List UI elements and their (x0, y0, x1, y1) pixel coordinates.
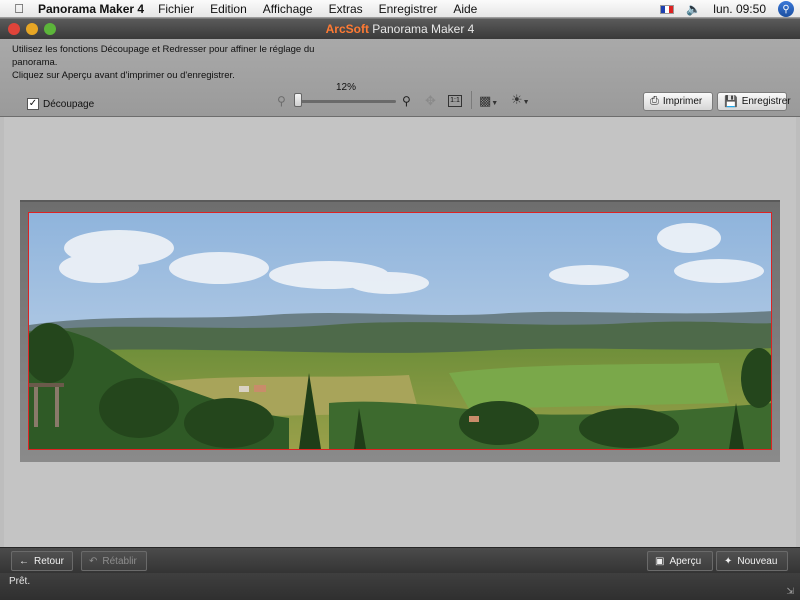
menu-extras[interactable]: Extras (329, 2, 363, 16)
instruction-line-2: Cliquez sur Aperçu avant d'imprimer ou d… (12, 70, 235, 81)
zoom-in-icon[interactable]: ⚲ (402, 94, 411, 108)
menu-affichage[interactable]: Affichage (263, 2, 313, 16)
menu-enregistrer[interactable]: Enregistrer (379, 2, 438, 16)
panorama-image (29, 213, 771, 449)
title-text: Panorama Maker 4 (368, 22, 475, 36)
crop-checkbox[interactable]: ✓ (27, 98, 39, 110)
preview-button[interactable]: ▣ Aperçu (647, 551, 713, 571)
save-button[interactable]: 💾 Enregistrer (717, 92, 791, 111)
save-label: Enregistrer (741, 96, 791, 107)
actual-size-icon[interactable]: 1:1 (448, 95, 462, 107)
preview-icon: ▣ (655, 555, 665, 567)
brightness-icon[interactable]: ☀▼ (511, 92, 530, 108)
back-label: Retour (34, 555, 65, 567)
print-label: Imprimer (662, 96, 703, 107)
printer-icon: ⎙ (650, 95, 659, 107)
redo-button[interactable]: ↶ Rétablir (81, 551, 147, 571)
title-brand: ArcSoft (325, 22, 369, 36)
toolbar: Utilisez les fonctions Découpage et Redr… (0, 39, 800, 117)
preview-canvas (4, 117, 796, 547)
redo-icon: ↶ (89, 555, 98, 567)
preview-label: Aperçu (669, 555, 702, 567)
clock[interactable]: lun. 09:50 (713, 2, 766, 16)
status-bar: Prêt. ⇲ (0, 573, 800, 600)
redo-label: Rétablir (102, 555, 137, 567)
zoom-window-icon[interactable] (44, 23, 56, 35)
print-button[interactable]: ⎙ Imprimer (643, 92, 713, 111)
panorama-crop-area[interactable] (28, 212, 772, 450)
zoom-slider[interactable] (296, 100, 396, 103)
zoom-out-icon[interactable]: ⚲ (277, 94, 291, 108)
french-flag-icon[interactable] (660, 4, 675, 14)
toolbar-divider (471, 91, 472, 109)
window-controls (8, 23, 56, 35)
back-button[interactable]: ← Retour (11, 551, 73, 571)
new-project-icon: ✦ (724, 555, 733, 567)
panorama-frame (20, 200, 780, 462)
menu-edition[interactable]: Edition (210, 2, 247, 16)
resize-grip-icon[interactable]: ⇲ (786, 586, 794, 597)
minimize-window-icon[interactable] (26, 23, 38, 35)
instructions: Utilisez les fonctions Découpage et Redr… (12, 43, 332, 82)
menu-bar:  Panorama Maker 4 Fichier Edition Affic… (0, 0, 800, 18)
status-text: Prêt. (9, 576, 31, 587)
menu-app-name[interactable]: Panorama Maker 4 (38, 2, 144, 16)
camera-icon[interactable]: ▩▼ (479, 93, 498, 109)
move-icon[interactable]: ✥ (425, 93, 436, 109)
new-label: Nouveau (737, 555, 778, 567)
volume-icon[interactable]: 🔈 (686, 2, 701, 16)
instruction-line-1: Utilisez les fonctions Découpage et Redr… (12, 44, 315, 68)
menu-fichier[interactable]: Fichier (158, 2, 194, 16)
menu-aide[interactable]: Aide (453, 2, 477, 16)
title-bar: ArcSoft Panorama Maker 4 (0, 19, 800, 39)
zoom-slider-thumb[interactable] (294, 93, 302, 107)
crop-toggle[interactable]: ✓ Découpage (27, 98, 94, 110)
app-window: ArcSoft Panorama Maker 4 Utilisez les fo… (0, 19, 800, 600)
arrow-left-icon: ← (19, 555, 29, 567)
zoom-percent: 12% (336, 82, 357, 93)
bottom-bar: ← Retour ↶ Rétablir ▣ Aperçu ✦ Nouveau (0, 547, 800, 573)
crop-label: Découpage (43, 98, 95, 110)
spotlight-icon[interactable]: ⚲ (778, 1, 794, 17)
save-disk-icon: 💾 (724, 96, 738, 108)
apple-logo-icon[interactable]:  (0, 1, 38, 16)
close-window-icon[interactable] (8, 23, 20, 35)
new-button[interactable]: ✦ Nouveau (716, 551, 788, 571)
